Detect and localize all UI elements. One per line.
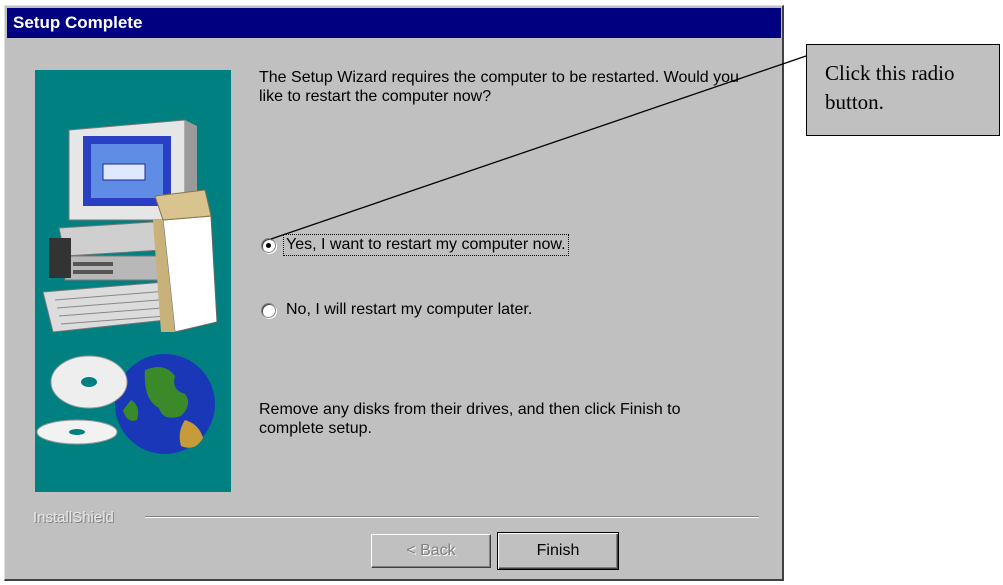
restart-later-radio[interactable]: No, I will restart my computer later.	[261, 300, 534, 320]
remove-disks-text: Remove any disks from their drives, and …	[259, 401, 681, 437]
restart-later-label[interactable]: No, I will restart my computer later.	[284, 300, 534, 320]
finish-button[interactable]: Finish	[497, 532, 619, 570]
back-button[interactable]: < Back	[371, 534, 491, 568]
footer-separator	[145, 516, 759, 518]
restart-now-radio[interactable]: Yes, I want to restart my computer now.	[261, 234, 569, 256]
radio-button-selected[interactable]	[261, 237, 276, 253]
installshield-brand: InstallShield	[33, 509, 114, 526]
radio-button-unselected[interactable]	[261, 302, 276, 318]
restart-now-label[interactable]: Yes, I want to restart my computer now.	[283, 234, 569, 256]
computer-and-globe-illustration	[36, 119, 218, 454]
wizard-banner-image	[35, 70, 231, 492]
setup-dialog: Setup Complete The Setup Wizard requires…	[4, 5, 784, 581]
restart-prompt-text: The Setup Wizard requires the computer t…	[259, 69, 739, 105]
radio-dot-icon	[266, 242, 271, 248]
dialog-title: Setup Complete	[7, 8, 781, 38]
instruction-callout: Click this radio button.	[806, 44, 1000, 136]
